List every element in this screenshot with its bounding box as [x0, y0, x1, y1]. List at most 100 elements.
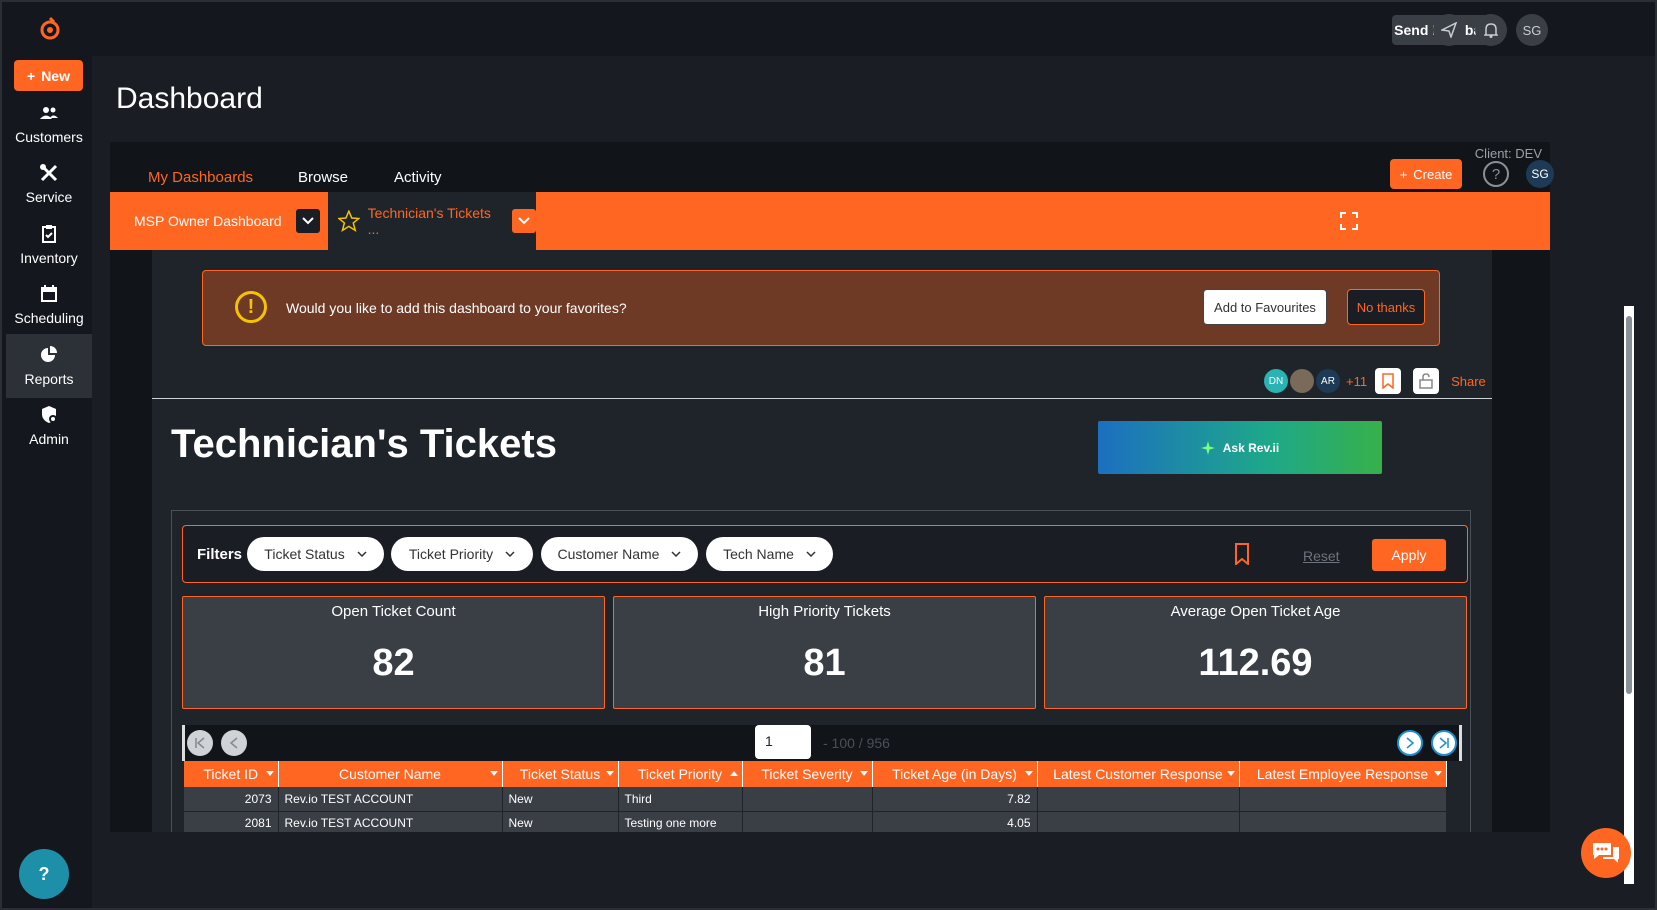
column-header[interactable]: Customer Name — [278, 761, 503, 787]
table-row[interactable]: 2073 Rev.io TEST ACCOUNT New Third 7.82 — [184, 787, 1447, 812]
table-row[interactable]: 2081 Rev.io TEST ACCOUNT New Testing one… — [184, 811, 1447, 832]
ask-rev-button[interactable]: Ask Rev.ii — [1098, 421, 1382, 474]
pie-chart-icon — [41, 346, 57, 362]
nav-item-customers[interactable]: Customers — [6, 92, 92, 156]
calendar-icon — [41, 285, 57, 302]
dashboard-tab-msp-owner[interactable]: MSP Owner Dashboard — [134, 192, 320, 250]
chevron-down-icon — [671, 551, 681, 557]
user-avatar[interactable]: SG — [1516, 14, 1548, 46]
chat-button[interactable] — [1581, 828, 1631, 878]
sort-caret-icon — [265, 771, 274, 776]
avatar[interactable]: AR — [1316, 369, 1340, 393]
table-cell — [742, 787, 873, 812]
table-cell: 2081 — [184, 811, 279, 832]
chat-icon — [1593, 843, 1619, 863]
page-number-input[interactable]: 1 — [755, 725, 811, 759]
nav-item-service[interactable]: Service — [6, 152, 92, 216]
create-button-label: Create — [1413, 166, 1453, 182]
user-avatar[interactable]: SG — [1526, 160, 1554, 188]
clipboard-icon — [42, 225, 56, 243]
first-page-icon[interactable] — [187, 730, 213, 756]
column-header[interactable]: Ticket Priority — [618, 761, 743, 787]
column-header[interactable]: Ticket Age (in Days) — [872, 761, 1038, 787]
help-button[interactable]: ? — [19, 849, 69, 899]
report-widget: Filters Ticket Status Ticket Priority Cu… — [171, 510, 1471, 832]
bookmark-icon[interactable] — [1235, 543, 1249, 565]
prev-page-icon[interactable] — [221, 730, 247, 756]
nav-item-label: Inventory — [20, 250, 78, 266]
last-page-icon[interactable] — [1431, 730, 1457, 756]
bookmark-icon — [1382, 373, 1394, 389]
nav-item-scheduling[interactable]: Scheduling — [6, 273, 92, 337]
main-area: Dashboard Client: DEV My Dashboards Brow… — [92, 56, 1655, 908]
dashboard-tab-label: MSP Owner Dashboard — [134, 213, 282, 229]
table-cell — [1037, 811, 1240, 832]
kpi-value: 112.69 — [1198, 642, 1313, 684]
more-users-count[interactable]: +11 — [1346, 374, 1367, 389]
dashboard-panel: Client: DEV My Dashboards Browse Activit… — [110, 142, 1554, 832]
nav-item-inventory[interactable]: Inventory — [6, 213, 92, 277]
chevron-down-icon[interactable] — [512, 209, 536, 233]
chevron-down-icon[interactable] — [295, 209, 320, 233]
apply-button[interactable]: Apply — [1371, 538, 1447, 572]
table-cell: 2073 — [184, 787, 279, 812]
lock-button[interactable] — [1413, 368, 1440, 394]
share-link[interactable]: Share — [1451, 374, 1486, 389]
top-bar: Send Feedback SG — [92, 4, 1655, 56]
filter-customer-name[interactable]: Customer Name — [541, 537, 698, 571]
avatar[interactable]: DN — [1264, 369, 1288, 393]
dashboard-tab-technicians-tickets[interactable]: Technician's Tickets ... — [328, 192, 536, 250]
nav-item-label: Scheduling — [14, 310, 84, 326]
table-cell: 7.82 — [872, 787, 1038, 812]
avatar-photo[interactable] — [1290, 369, 1314, 393]
filter-ticket-priority[interactable]: Ticket Priority — [391, 537, 533, 571]
scrollbar-thumb[interactable] — [1626, 316, 1632, 694]
filter-ticket-status[interactable]: Ticket Status — [247, 537, 384, 571]
plus-icon: + — [1399, 166, 1408, 182]
table-cell — [1037, 787, 1240, 812]
filter-tech-name[interactable]: Tech Name — [706, 537, 833, 571]
column-header-label: Latest Customer Response — [1053, 766, 1223, 782]
column-header[interactable]: Ticket ID — [184, 761, 279, 787]
table-cell: New — [502, 811, 619, 832]
send-icon[interactable] — [1433, 14, 1465, 46]
chevron-down-icon — [357, 551, 367, 557]
no-thanks-button[interactable]: No thanks — [1347, 289, 1425, 325]
column-header[interactable]: Latest Customer Response — [1037, 761, 1240, 787]
unlock-icon — [1419, 373, 1433, 389]
next-page-icon[interactable] — [1397, 730, 1423, 756]
nav-item-reports[interactable]: Reports — [6, 334, 92, 398]
column-header-label: Ticket Severity — [761, 766, 853, 782]
column-header[interactable]: Ticket Status — [502, 761, 619, 787]
filter-label: Customer Name — [557, 546, 660, 562]
star-icon[interactable] — [338, 210, 360, 232]
help-icon[interactable]: ? — [1483, 161, 1509, 187]
table-cell: Third — [618, 787, 743, 812]
column-header-label: Customer Name — [339, 766, 441, 782]
create-button[interactable]: + Create — [1390, 159, 1462, 189]
dashboard-content: ! Would you like to add this dashboard t… — [152, 250, 1492, 832]
admin-icon — [42, 406, 57, 423]
add-to-favourites-button[interactable]: Add to Favourites — [1203, 289, 1327, 325]
warning-icon: ! — [235, 291, 267, 323]
logo-icon[interactable] — [38, 16, 62, 42]
reset-link[interactable]: Reset — [1303, 548, 1340, 564]
kpi-title: Average Open Ticket Age — [1170, 603, 1341, 620]
nav-item-admin[interactable]: Admin — [6, 394, 92, 458]
kpi-card: Average Open Ticket Age 112.69 — [1044, 596, 1467, 709]
bell-icon[interactable] — [1475, 14, 1507, 46]
column-header[interactable]: Ticket Severity — [742, 761, 873, 787]
bookmark-button[interactable] — [1375, 368, 1402, 394]
filters-bar: Filters Ticket Status Ticket Priority Cu… — [182, 525, 1468, 583]
favorites-banner: ! Would you like to add this dashboard t… — [202, 270, 1440, 346]
filters-label: Filters — [197, 546, 243, 563]
chevron-down-icon — [806, 551, 816, 557]
main-scrollbar[interactable] — [1624, 306, 1634, 884]
tab-browse[interactable]: Browse — [282, 160, 364, 195]
new-button[interactable]: + New — [14, 60, 83, 91]
table-cell — [1239, 811, 1447, 832]
column-header[interactable]: Latest Employee Response — [1239, 761, 1447, 787]
sort-caret-icon — [859, 771, 868, 776]
fullscreen-icon[interactable] — [1340, 212, 1358, 230]
tab-activity[interactable]: Activity — [378, 160, 458, 195]
